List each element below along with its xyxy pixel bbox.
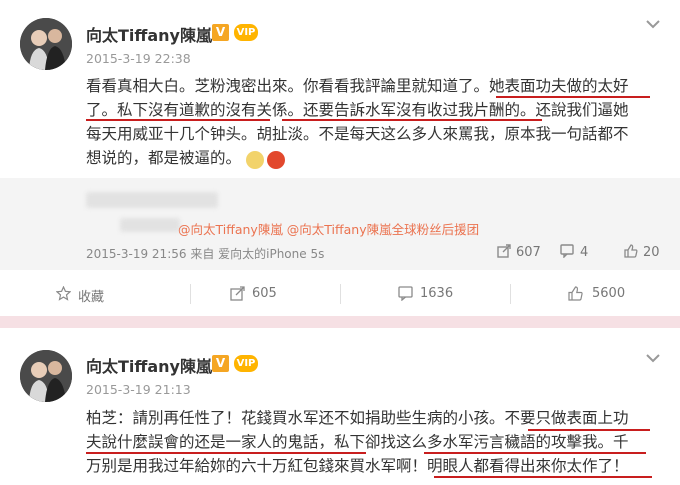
action-divider xyxy=(340,284,341,304)
highlight-underline xyxy=(86,119,270,121)
post-text-line: 万别是用我过年給妳的六十万紅包錢來買水军啊！明眼人都看得出來你太作了！ xyxy=(86,457,629,475)
mention-links[interactable]: @向太Tiffany陳嵐 @向太Tiffany陳嵐全球粉丝后援团 xyxy=(178,219,479,238)
post-text-line: 每天用威亚十几个钟头。胡扯淡。不是每天这么多人來罵我，原本我一句話都不 xyxy=(86,125,629,143)
highlight-underline xyxy=(496,96,650,98)
verified-badge-icon: V xyxy=(212,24,229,41)
repost-like-count[interactable]: 20 xyxy=(643,245,660,260)
thumbs-up-icon[interactable] xyxy=(568,286,583,305)
chevron-down-icon[interactable] xyxy=(646,350,660,366)
dizzy-emoji-icon xyxy=(246,151,264,169)
avatar[interactable] xyxy=(20,350,72,402)
star-icon[interactable] xyxy=(55,285,72,305)
repost-comment-count[interactable]: 4 xyxy=(580,245,588,260)
share-icon[interactable] xyxy=(230,286,245,305)
action-divider xyxy=(190,284,191,304)
comment-count[interactable]: 1636 xyxy=(420,286,453,301)
post-timestamp[interactable]: 2015-3-19 22:38 xyxy=(86,51,191,66)
verified-badge-icon: V xyxy=(212,355,229,372)
post-text-line: 夫說什麼誤會的还是一家人的鬼話，私下卻找这么多水军污言穢語的攻擊我。千 xyxy=(86,433,629,451)
share-count[interactable]: 605 xyxy=(252,286,277,301)
like-count[interactable]: 5600 xyxy=(592,286,625,301)
thumbs-up-icon[interactable] xyxy=(624,244,638,262)
highlight-underline xyxy=(86,452,366,454)
blurred-text xyxy=(120,218,180,232)
username[interactable]: 向太Tiffany陳嵐 xyxy=(86,22,212,46)
repost-forward-count[interactable]: 607 xyxy=(516,245,541,260)
share-icon[interactable] xyxy=(497,244,511,262)
avatar[interactable] xyxy=(20,18,72,70)
post-text-line: 想说的，都是被逼的。 xyxy=(86,149,242,167)
favorite-button[interactable]: 收藏 xyxy=(78,286,104,305)
chevron-down-icon[interactable] xyxy=(646,16,660,32)
repost-meta: 2015-3-19 21:56 来自 爱向太的iPhone 5s xyxy=(86,247,325,261)
vip-badge-icon: VIP xyxy=(234,355,258,372)
username[interactable]: 向太Tiffany陳嵐 xyxy=(86,353,212,377)
angry-emoji-icon xyxy=(267,151,285,169)
comment-icon[interactable] xyxy=(560,244,574,262)
vip-badge-icon: VIP xyxy=(234,24,258,41)
post-separator xyxy=(0,316,680,328)
comment-icon[interactable] xyxy=(398,286,413,305)
post-text-line: 看看真相大白。芝粉洩密出來。你看看我評論里就知道了。她表面功夫做的太好 xyxy=(86,77,629,95)
highlight-underline xyxy=(282,119,542,121)
blurred-username xyxy=(86,192,218,208)
highlight-underline xyxy=(424,452,646,454)
post-text-line: 柏芝：請別再任性了！花錢買水军还不如捐助些生病的小孩。不要只做表面上功 xyxy=(86,409,629,427)
highlight-underline xyxy=(528,429,650,431)
post-timestamp[interactable]: 2015-3-19 21:13 xyxy=(86,382,191,397)
action-divider xyxy=(510,284,511,304)
highlight-underline xyxy=(434,476,652,478)
